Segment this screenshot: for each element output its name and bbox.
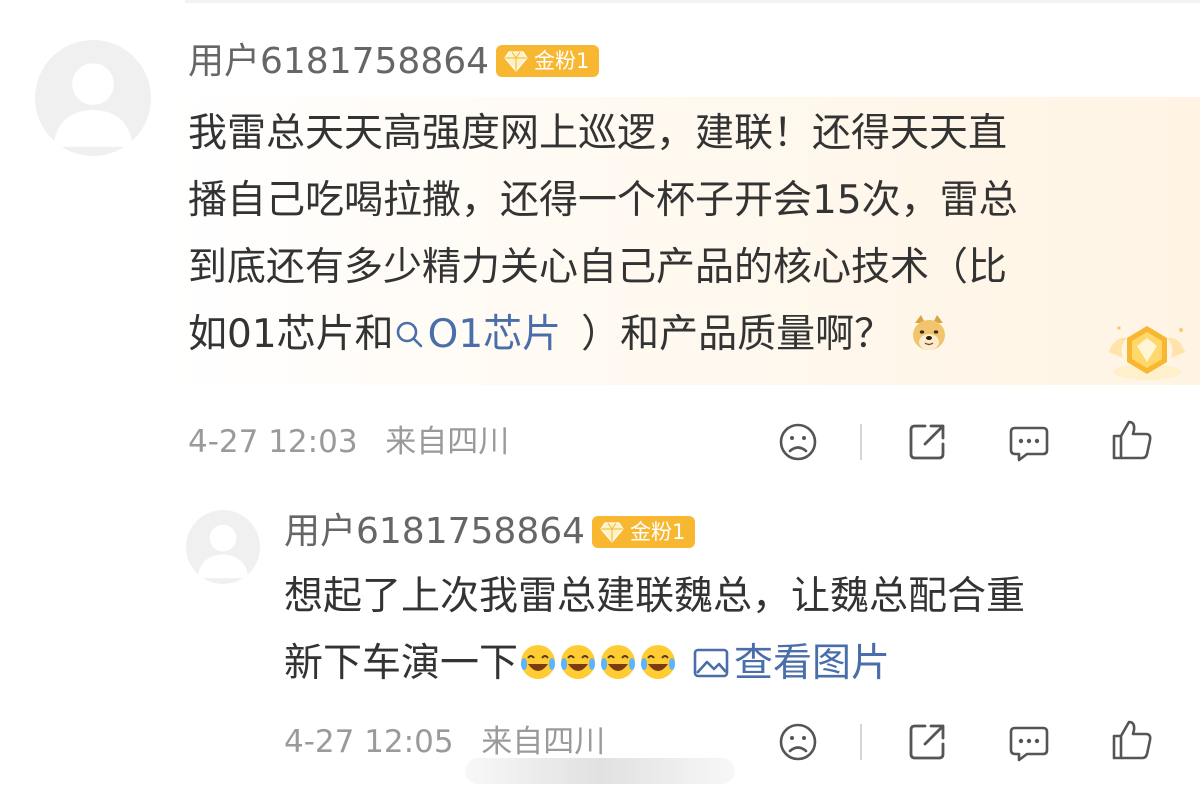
gem-icon [504, 51, 528, 72]
view-image-link[interactable]: 查看图片 [692, 641, 890, 686]
comment-line: 到底还有多少精力关心自己产品的核心技术（比 [188, 245, 1008, 290]
sad-face-icon [779, 423, 817, 461]
laugh-cry-emoji [561, 645, 596, 679]
gem-icon [600, 522, 624, 543]
comment-line-prefix: 如01芯片和 [188, 312, 394, 357]
laugh-cry-emoji [641, 645, 676, 679]
search-link[interactable]: O1芯片 [394, 312, 562, 357]
watermark-blur [465, 758, 735, 784]
comment-line: 播自己吃喝拉撒，还得一个杯子开会15次，雷总 [188, 178, 1018, 223]
dislike-button[interactable] [776, 420, 820, 464]
fan-badge[interactable]: 金粉1 [496, 45, 600, 77]
like-icon [1112, 720, 1152, 760]
comment-line: 我雷总天天高强度网上巡逻，建联！还得天天直 [188, 111, 1008, 156]
reply-text: 想起了上次我雷总建联魏总，让魏总配合重 新下车演一下 查看图片 [284, 563, 1025, 697]
laugh-cry-emoji [521, 645, 556, 679]
comment-icon [1009, 726, 1049, 762]
search-link-label: O1芯片 [427, 312, 562, 357]
reply-comment-button[interactable] [1007, 720, 1051, 764]
reply-location: 来自四川 [481, 724, 606, 760]
reply-time: 4-27 12:05 [284, 724, 454, 760]
reply-line-prefix: 新下车演一下 [284, 641, 519, 686]
comment-line-suffix: ）和产品质量啊？ [581, 312, 894, 357]
reply-username[interactable]: 用户6181758864 [284, 510, 585, 554]
separator-line [185, 0, 1200, 3]
search-icon [396, 321, 422, 348]
reply-like-button[interactable] [1110, 718, 1154, 762]
image-icon [693, 648, 729, 678]
comment-button[interactable] [1007, 420, 1051, 464]
username[interactable]: 用户6181758864 [188, 40, 489, 84]
medal-icon [1109, 326, 1185, 380]
reply-fan-badge[interactable]: 金粉1 [592, 516, 696, 548]
view-image-label: 查看图片 [734, 641, 891, 686]
avatar-placeholder-icon [197, 524, 249, 579]
reply-meta: 4-27 12:05 来自四川 [284, 722, 605, 762]
comment-text: 我雷总天天高强度网上巡逻，建联！还得天天直 播自己吃喝拉撒，还得一个杯子开会15… [188, 100, 1018, 368]
reply-line: 新下车演一下 查看图片 [284, 630, 1025, 697]
reply-line: 想起了上次我雷总建联魏总，让魏总配合重 [284, 574, 1026, 619]
reply-share-button[interactable] [905, 720, 949, 764]
laugh-cry-emoji [601, 645, 636, 679]
avatar[interactable] [35, 40, 151, 156]
reply-avatar[interactable] [186, 510, 260, 584]
action-divider [860, 724, 862, 760]
comment-icon [1009, 426, 1049, 462]
comment-line: 如01芯片和 O1芯片 ）和产品质量啊？ [188, 301, 1018, 368]
share-icon [909, 724, 945, 760]
sad-face-icon [779, 723, 817, 761]
reply-dislike-button[interactable] [776, 720, 820, 764]
comment-meta: 4-27 12:03 来自四川 [188, 422, 509, 462]
share-button[interactable] [905, 420, 949, 464]
action-divider [860, 424, 862, 460]
share-icon [909, 424, 945, 460]
avatar-placeholder-icon [53, 63, 133, 147]
doge-emoji [913, 315, 946, 350]
comment-location: 来自四川 [385, 424, 510, 460]
badge-label: 金粉1 [534, 49, 590, 73]
badge-label: 金粉1 [630, 520, 686, 544]
like-button[interactable] [1110, 418, 1154, 462]
comment-time: 4-27 12:03 [188, 424, 358, 460]
like-icon [1112, 420, 1152, 460]
